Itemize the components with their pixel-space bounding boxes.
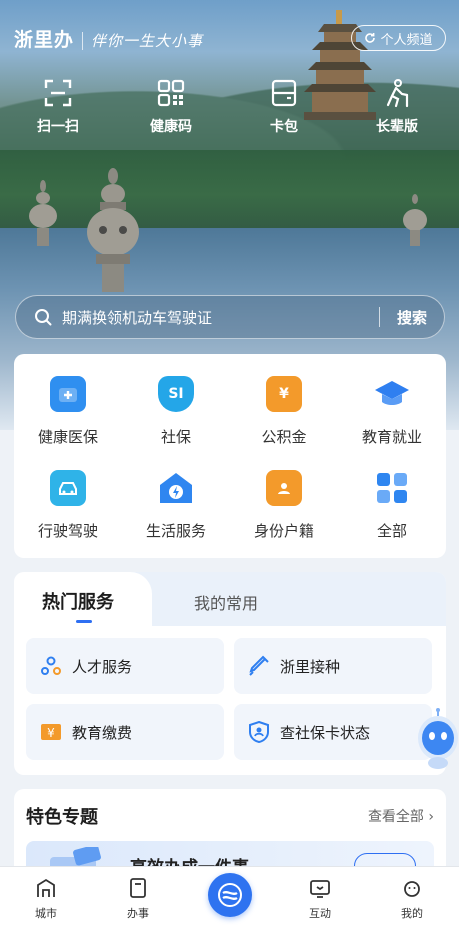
social-card-icon — [249, 721, 269, 743]
quick-health-code[interactable]: 健康码 — [126, 78, 216, 136]
service-identity[interactable]: 身份户籍 — [230, 470, 338, 541]
quick-scan[interactable]: 扫一扫 — [13, 78, 103, 136]
quick-elder-mode[interactable]: 长辈版 — [352, 78, 442, 136]
service-life-label: 生活服务 — [145, 522, 206, 540]
refresh-icon — [365, 33, 376, 43]
service-driving-label: 行驶驾驶 — [37, 522, 98, 540]
service-medical-label: 健康医保 — [37, 428, 98, 446]
stone-lantern-far — [403, 194, 427, 246]
service-all[interactable]: 全部 — [338, 470, 446, 541]
service-social-security-label: 社保 — [160, 428, 191, 446]
nav-mine[interactable]: 我的 — [377, 877, 447, 921]
tree-line — [0, 150, 459, 240]
quick-scan-label: 扫一扫 — [37, 119, 79, 135]
card-wallet-icon — [271, 79, 297, 107]
nav-home-center[interactable] — [208, 873, 252, 917]
hot-item-talent-label: 人才服务 — [72, 657, 133, 676]
nav-city-label: 城市 — [35, 907, 57, 920]
nav-interact-label: 互动 — [309, 907, 331, 920]
tab-hot-services[interactable]: 热门服务 — [14, 572, 152, 626]
id-card-icon — [266, 470, 302, 506]
nav-city[interactable]: 城市 — [11, 877, 81, 921]
nav-services[interactable]: 办事 — [103, 877, 173, 921]
hot-item-vaccine[interactable]: 浙里接种 — [234, 638, 432, 694]
nav-interact[interactable]: 互动 — [285, 877, 355, 921]
service-social-security[interactable]: SI 社保 — [122, 376, 230, 447]
city-icon — [37, 878, 55, 897]
hot-item-social-card-label: 查社保卡状态 — [280, 723, 371, 742]
quick-elder-mode-label: 长辈版 — [376, 119, 418, 135]
service-medical[interactable]: 健康医保 — [14, 376, 122, 447]
chat-tv-icon — [310, 880, 330, 898]
tab-my-frequent[interactable]: 我的常用 — [194, 590, 258, 614]
quick-card-wallet[interactable]: 卡包 — [239, 78, 329, 136]
nav-mine-label: 我的 — [401, 907, 423, 920]
service-all-label: 全部 — [376, 522, 407, 540]
quick-card-wallet-label: 卡包 — [270, 119, 298, 135]
talent-icon — [41, 656, 61, 675]
service-driving[interactable]: 行驶驾驶 — [14, 470, 122, 541]
featured-view-all[interactable]: 查看全部 › — [368, 806, 434, 826]
personal-channel-button[interactable]: 个人频道 — [351, 25, 446, 51]
search-bar[interactable]: 期满换领机动车驾驶证 搜索 — [15, 295, 445, 339]
featured-title: 特色专题 — [26, 807, 98, 828]
hot-item-vaccine-label: 浙里接种 — [280, 657, 341, 676]
tab-hot-services-label: 热门服务 — [42, 592, 114, 613]
bottom-navigation: 城市 办事 互动 我的 — [0, 866, 459, 935]
document-icon — [130, 878, 146, 898]
hot-item-talent[interactable]: 人才服务 — [26, 638, 224, 694]
graduation-cap-icon — [374, 376, 410, 412]
vaccine-icon — [249, 655, 269, 676]
service-grid-card: 健康医保 SI 社保 ¥ 公积金 教育就业 行驶驾驶 生活服务 身份户籍 全部 — [14, 354, 446, 558]
svg-text:¥: ¥ — [47, 726, 55, 740]
hot-item-education-fee[interactable]: ¥ 教育缴费 — [26, 704, 224, 760]
profile-face-icon — [404, 881, 420, 897]
personal-channel-label: 个人频道 — [380, 32, 433, 48]
quick-health-code-label: 健康码 — [150, 119, 192, 135]
chevron-right-icon: › — [428, 809, 434, 825]
elder-icon — [386, 79, 409, 108]
scan-icon — [44, 79, 72, 107]
hot-services-card: 热门服务 我的常用 人才服务 浙里接种 ¥ 教育缴费 查社保卡状态 — [14, 572, 446, 775]
zheli-logo-icon — [218, 883, 242, 907]
stone-lantern-small — [29, 180, 57, 246]
service-housing-fund[interactable]: ¥ 公积金 — [230, 376, 338, 447]
hot-item-social-card[interactable]: 查社保卡状态 — [234, 704, 432, 760]
shield-si-icon: SI — [158, 376, 194, 412]
stone-lantern-large — [87, 168, 139, 292]
search-input[interactable]: 期满换领机动车驾驶证 — [62, 307, 379, 328]
app-logo: 浙里办 伴你一生大小事 — [14, 25, 204, 52]
service-education[interactable]: 教育就业 — [338, 376, 446, 447]
search-icon — [35, 309, 52, 326]
hot-item-education-fee-label: 教育缴费 — [72, 723, 133, 742]
service-identity-label: 身份户籍 — [253, 522, 314, 540]
medical-kit-icon — [50, 376, 86, 412]
car-icon — [50, 470, 86, 506]
nav-services-label: 办事 — [127, 907, 149, 920]
service-housing-fund-label: 公积金 — [261, 428, 307, 446]
tab-active-indicator — [76, 620, 92, 623]
featured-view-all-label: 查看全部 — [367, 809, 424, 825]
app-slogan: 伴你一生大小事 — [82, 32, 204, 50]
qr-code-icon — [157, 79, 185, 107]
search-button[interactable]: 搜索 — [380, 307, 444, 328]
assistant-robot-icon[interactable] — [412, 708, 459, 770]
education-fee-icon: ¥ — [41, 724, 61, 740]
home-bolt-icon — [158, 470, 194, 506]
grid-icon — [374, 470, 410, 506]
service-life[interactable]: 生活服务 — [122, 470, 230, 541]
house-yuan-icon: ¥ — [266, 376, 302, 412]
service-education-label: 教育就业 — [361, 428, 422, 446]
app-name: 浙里办 — [14, 29, 75, 51]
